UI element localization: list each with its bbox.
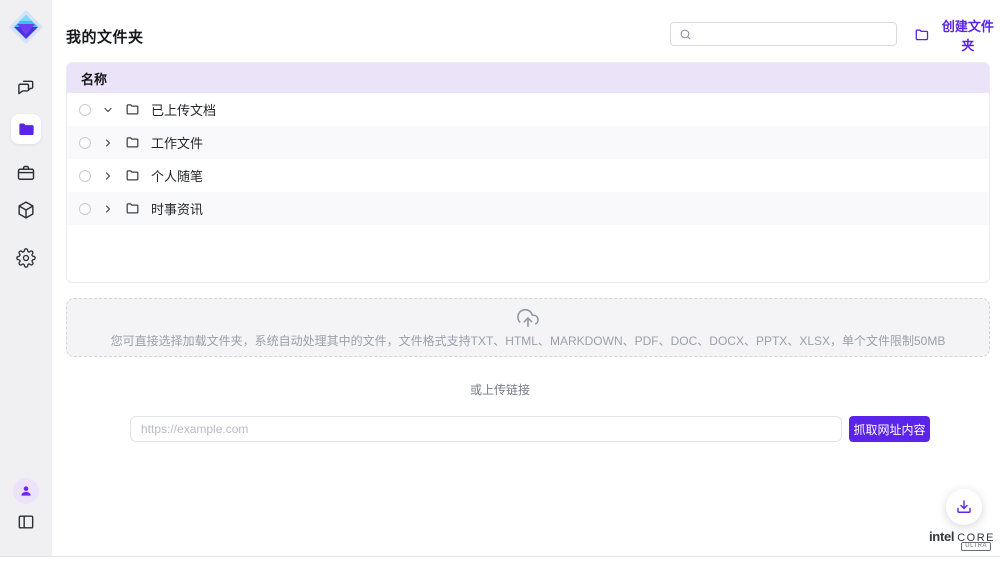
download-icon: [955, 498, 973, 516]
row-checkbox[interactable]: [79, 170, 91, 182]
row-checkbox[interactable]: [79, 104, 91, 116]
table-header-row: 名称: [67, 63, 989, 93]
download-fab-button[interactable]: [946, 489, 982, 525]
chevron-down-icon[interactable]: [102, 104, 114, 116]
person-icon: [19, 484, 33, 498]
sidebar-item-folders[interactable]: [11, 114, 41, 144]
chevron-right-icon[interactable]: [102, 203, 114, 215]
folder-name[interactable]: 已上传文档: [151, 100, 216, 119]
folder-name[interactable]: 时事资讯: [151, 199, 203, 218]
window-bottom-edge: [0, 556, 1000, 563]
sidebar-item-settings[interactable]: [11, 243, 41, 273]
sidebar-collapse-toggle[interactable]: [11, 507, 41, 537]
cube-icon: [16, 200, 36, 220]
table-row[interactable]: 时事资讯: [67, 192, 989, 225]
search-input[interactable]: [698, 27, 896, 41]
folder-icon: [125, 102, 140, 117]
folder-icon: [125, 201, 140, 216]
intel-core-ultra-logo: intelcore ultra: [929, 528, 991, 552]
gear-icon: [16, 248, 36, 268]
name-column-header: 名称: [81, 69, 107, 88]
folder-name[interactable]: 工作文件: [151, 133, 203, 152]
fetch-url-button[interactable]: 抓取网址内容: [849, 416, 930, 442]
avatar: [13, 478, 39, 504]
sidebar-item-apps[interactable]: [11, 195, 41, 225]
app-logo-icon: [8, 9, 44, 45]
folder-plus-icon: [914, 27, 930, 43]
folder-icon: [125, 168, 140, 183]
page-title: 我的文件夹: [66, 26, 144, 47]
create-folder-label: 创建文件夹: [936, 16, 1000, 54]
search-box[interactable]: [670, 22, 897, 46]
row-checkbox[interactable]: [79, 137, 91, 149]
folder-icon: [125, 135, 140, 150]
upload-dropzone[interactable]: 您可直接选择加载文件夹，系统自动处理其中的文件，文件格式支持TXT、HTML、M…: [66, 298, 990, 357]
folder-name[interactable]: 个人随笔: [151, 166, 203, 185]
sidebar-item-chat[interactable]: [11, 73, 41, 103]
row-checkbox[interactable]: [79, 203, 91, 215]
search-icon: [679, 28, 692, 41]
url-input[interactable]: [130, 416, 842, 442]
sidebar: [0, 0, 52, 556]
panel-layout-icon: [16, 512, 36, 532]
briefcase-icon: [16, 163, 36, 183]
table-row[interactable]: 个人随笔: [67, 159, 989, 192]
folder-table: 名称 已上传文档 工作文件 个人随笔: [66, 62, 990, 283]
sidebar-user-avatar[interactable]: [11, 476, 41, 506]
folder-filled-icon: [17, 120, 36, 139]
or-upload-link-label: 或上传链接: [0, 381, 1000, 398]
table-row[interactable]: 已上传文档: [67, 93, 989, 126]
chevron-right-icon[interactable]: [102, 170, 114, 182]
chevron-right-icon[interactable]: [102, 137, 114, 149]
ultra-badge: ultra: [961, 542, 991, 551]
intel-wordmark: intel: [929, 529, 954, 544]
sidebar-item-workspace[interactable]: [11, 158, 41, 188]
cloud-upload-icon: [517, 307, 539, 329]
create-folder-button[interactable]: 创建文件夹: [914, 26, 1000, 44]
upload-description: 您可直接选择加载文件夹，系统自动处理其中的文件，文件格式支持TXT、HTML、M…: [111, 332, 946, 349]
table-row[interactable]: 工作文件: [67, 126, 989, 159]
chat-icon: [16, 78, 36, 98]
